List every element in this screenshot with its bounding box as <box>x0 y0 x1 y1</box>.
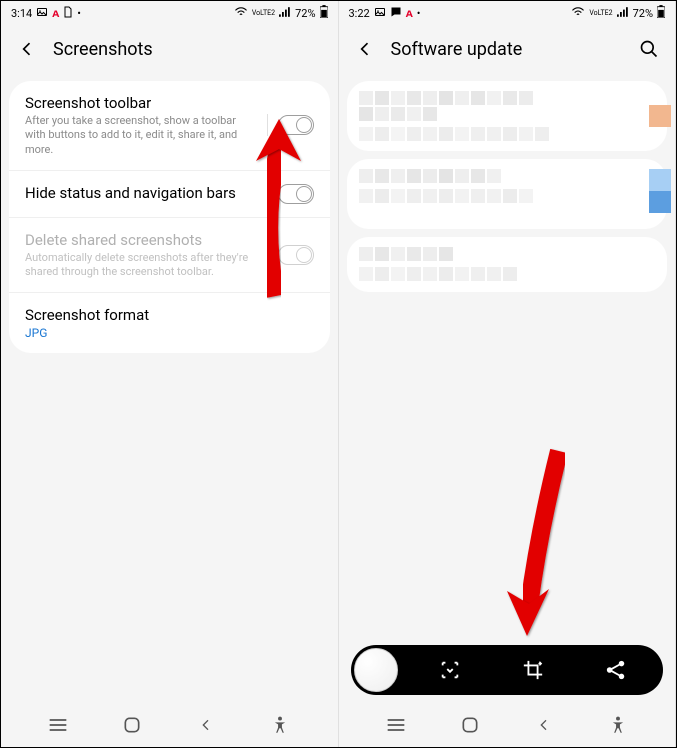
nav-back[interactable] <box>524 705 564 745</box>
gallery-icon <box>374 6 386 21</box>
airtel-icon: ᴀ <box>406 6 413 20</box>
content <box>339 73 676 703</box>
signal-icon <box>617 7 629 20</box>
blurred-card-2 <box>347 159 668 229</box>
content: Screenshot toolbar After you take a scre… <box>1 73 338 703</box>
screenshot-thumb[interactable] <box>354 648 398 692</box>
clock: 3:22 <box>349 7 370 20</box>
blurred-card-3 <box>347 237 668 292</box>
phone-right: 3:22 ᴀ • VoLTE2 72% <box>339 1 677 747</box>
nav-home[interactable] <box>112 705 152 745</box>
nav-back[interactable] <box>186 705 226 745</box>
row-title: Hide status and navigation bars <box>25 184 270 202</box>
screenshot-toolbar <box>351 645 664 695</box>
nav-recents[interactable] <box>38 705 78 745</box>
nav-recents[interactable] <box>376 705 416 745</box>
nav-home[interactable] <box>450 705 490 745</box>
accent-box <box>649 169 671 191</box>
accent-box <box>649 105 671 127</box>
blurred-card-1 <box>347 81 668 151</box>
header: Screenshots <box>1 25 338 73</box>
toggle-delete-shared <box>278 245 314 265</box>
page-title: Software update <box>391 39 523 60</box>
gallery-icon <box>36 6 48 21</box>
search-button[interactable] <box>637 37 661 61</box>
row-screenshot-format[interactable]: Screenshot format JPG <box>9 293 330 353</box>
battery-pct: 72% <box>633 7 653 20</box>
toggle-screenshot-toolbar[interactable] <box>278 115 314 135</box>
battery-pct: 72% <box>295 7 315 20</box>
row-screenshot-toolbar[interactable]: Screenshot toolbar After you take a scre… <box>9 81 330 171</box>
crop-icon[interactable] <box>503 659 564 681</box>
nav-accessibility[interactable] <box>260 705 300 745</box>
scroll-capture-icon[interactable] <box>420 659 481 681</box>
row-title: Screenshot format <box>25 306 306 324</box>
share-icon[interactable] <box>586 659 647 681</box>
settings-card: Screenshot toolbar After you take a scre… <box>9 81 330 353</box>
nav-bar <box>1 703 338 747</box>
header: Software update <box>339 25 676 73</box>
network-label: VoLTE2 <box>589 10 612 17</box>
status-bar: 3:14 ᴀ • VoLTE2 72% <box>1 1 338 25</box>
phone-left: 3:14 ᴀ • VoLTE2 72% <box>1 1 339 747</box>
dot-icon: • <box>417 7 421 20</box>
row-delete-shared: Delete shared screenshots Automatically … <box>9 218 330 294</box>
signal-icon <box>279 7 291 20</box>
row-hide-bars[interactable]: Hide status and navigation bars <box>9 171 330 218</box>
row-sub: Automatically delete screenshots after t… <box>25 251 270 280</box>
sim-icon <box>63 6 73 21</box>
chat-icon <box>390 6 402 21</box>
nav-accessibility[interactable] <box>598 705 638 745</box>
separator <box>267 114 268 136</box>
clock: 3:14 <box>11 7 32 20</box>
row-title: Screenshot toolbar <box>25 94 259 112</box>
page-title: Screenshots <box>53 39 153 60</box>
nav-bar <box>339 703 676 747</box>
toggle-hide-bars[interactable] <box>278 184 314 204</box>
wifi-icon <box>571 7 585 20</box>
back-button[interactable] <box>15 37 39 61</box>
accent-box <box>649 191 671 213</box>
network-label: VoLTE2 <box>252 10 275 17</box>
dot-icon: • <box>77 7 81 20</box>
row-value: JPG <box>25 326 306 340</box>
wifi-icon <box>234 7 248 20</box>
airtel-icon: ᴀ <box>52 6 59 20</box>
back-button[interactable] <box>353 37 377 61</box>
status-bar: 3:22 ᴀ • VoLTE2 72% <box>339 1 676 25</box>
battery-icon <box>320 5 328 21</box>
row-sub: After you take a screenshot, show a tool… <box>25 114 259 157</box>
battery-icon <box>657 5 665 21</box>
row-title: Delete shared screenshots <box>25 231 270 249</box>
